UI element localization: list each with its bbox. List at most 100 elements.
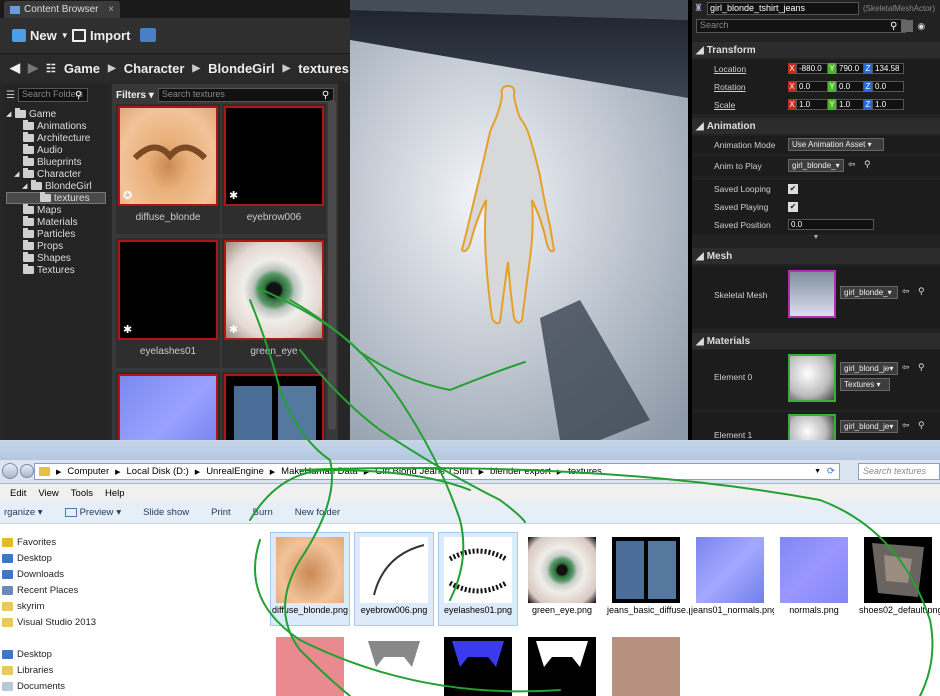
material-thumbnail[interactable]: [788, 354, 836, 402]
view-options-icon[interactable]: [901, 20, 914, 32]
address-bar[interactable]: ▶ Computer ▶ Local Disk (D:) ▶ UnrealEngine ▶ M…: [34, 463, 840, 480]
explorer-search-input[interactable]: Search textures: [858, 463, 940, 480]
search-icon[interactable]: ⚲: [322, 90, 329, 101]
skeletal-mesh-dropdown[interactable]: girl_blonde_▾: [840, 286, 898, 299]
section-animation[interactable]: ◢ Animation: [692, 118, 940, 134]
file-item[interactable]: [270, 632, 350, 696]
file-item[interactable]: shoes02_default.png: [858, 532, 940, 626]
file-item[interactable]: normals.png: [774, 532, 854, 626]
expanded-arrow-icon[interactable]: ◢: [14, 170, 20, 178]
search-icon[interactable]: ⚲: [890, 21, 897, 32]
menu-tools[interactable]: Tools: [71, 488, 93, 499]
nav-item[interactable]: Documents: [0, 678, 250, 694]
nav-item[interactable]: Favorites: [0, 534, 250, 550]
location-y-field[interactable]: 790.0: [836, 63, 864, 74]
organize-button[interactable]: rganize ▾: [4, 507, 43, 518]
nav-item[interactable]: [0, 630, 250, 646]
tree-item[interactable]: Textures: [6, 264, 106, 276]
tree-item[interactable]: ◢ Game: [6, 108, 106, 120]
search-icon[interactable]: ⚲: [75, 90, 82, 101]
saved-position-field[interactable]: 0.0: [788, 219, 874, 230]
slide-show-button[interactable]: Slide show: [143, 507, 189, 518]
nav-item[interactable]: Desktop: [0, 550, 250, 566]
breadcrumb-item[interactable]: BlondeGirl: [208, 61, 274, 76]
asset-tile[interactable]: ✱ eyebrow006: [222, 104, 326, 234]
rotation-y-field[interactable]: 0.0: [836, 81, 864, 92]
browse-icon[interactable]: ⚲: [918, 286, 925, 297]
forward-icon[interactable]: [20, 464, 34, 478]
address-crumb[interactable]: Local Disk (D:): [127, 466, 189, 477]
level-viewport[interactable]: [350, 0, 688, 440]
menu-help[interactable]: Help: [105, 488, 125, 499]
browse-icon[interactable]: ⚲: [918, 420, 925, 431]
saved-playing-checkbox[interactable]: ✔: [788, 202, 798, 212]
anim-to-play-dropdown[interactable]: girl_blonde_▾: [788, 159, 844, 172]
asset-tile[interactable]: [116, 372, 220, 440]
asset-tile[interactable]: ✱ eyelashes01: [116, 238, 220, 368]
eye-icon[interactable]: ◉: [917, 21, 925, 32]
file-item[interactable]: eyelashes01.png: [438, 532, 518, 626]
use-selected-icon[interactable]: ⇦: [902, 362, 910, 373]
preview-button[interactable]: Preview ▾: [64, 507, 121, 518]
scale-z-field[interactable]: 1.0: [872, 99, 904, 110]
asset-tile[interactable]: ✱ green_eye: [222, 238, 326, 368]
tree-item[interactable]: ◢ Character: [6, 168, 106, 180]
tree-toggle-icon[interactable]: ☰: [6, 90, 15, 101]
tree-item[interactable]: Maps: [6, 204, 106, 216]
skeletal-mesh-thumbnail[interactable]: [788, 270, 836, 318]
address-crumb[interactable]: MakeHuman Data: [281, 466, 358, 477]
menu-view[interactable]: View: [38, 488, 58, 499]
location-z-field[interactable]: 134.58: [872, 63, 904, 74]
search-assets-input[interactable]: Search textures: [157, 88, 334, 102]
nav-item[interactable]: Desktop: [0, 646, 250, 662]
new-folder-button[interactable]: New folder: [295, 507, 340, 518]
address-crumb[interactable]: blender export: [490, 466, 551, 477]
expanded-arrow-icon[interactable]: ◢: [22, 182, 28, 190]
file-item[interactable]: diffuse_blonde.png: [270, 532, 350, 626]
chevron-right-icon[interactable]: ▶: [479, 468, 484, 476]
animation-mode-dropdown[interactable]: Use Animation Asset ▾: [788, 138, 884, 151]
section-materials[interactable]: ◢ Materials: [692, 333, 940, 349]
nav-item[interactable]: Downloads: [0, 566, 250, 582]
file-item[interactable]: [438, 632, 518, 696]
nav-item[interactable]: Visual Studio 2013: [0, 614, 250, 630]
filters-button[interactable]: Filters ▾: [116, 90, 154, 101]
use-selected-icon[interactable]: ⇦: [902, 420, 910, 431]
refresh-icon[interactable]: ⟳: [827, 466, 835, 477]
chevron-right-icon[interactable]: ▶: [270, 468, 275, 476]
textures-dropdown[interactable]: Textures ▾: [840, 378, 890, 391]
new-button[interactable]: New ▼: [12, 28, 69, 43]
tree-item[interactable]: Props: [6, 240, 106, 252]
nav-item[interactable]: skyrim: [0, 598, 250, 614]
file-item[interactable]: [354, 632, 434, 696]
file-item[interactable]: [606, 632, 686, 696]
chevron-right-icon[interactable]: ▶: [115, 468, 120, 476]
element0-dropdown[interactable]: girl_blond_je▾: [840, 362, 898, 375]
advanced-expand-icon[interactable]: ▼: [692, 234, 940, 244]
back-icon[interactable]: ◀: [10, 60, 20, 76]
tree-item[interactable]: Particles: [6, 228, 106, 240]
scale-y-field[interactable]: 1.0: [836, 99, 864, 110]
section-transform[interactable]: ◢ Transform: [692, 42, 940, 58]
material-thumbnail[interactable]: [788, 414, 836, 440]
scale-x-field[interactable]: 1.0: [796, 99, 828, 110]
file-item[interactable]: jeans01_normals.png: [690, 532, 777, 626]
tree-item[interactable]: Animations: [6, 120, 106, 132]
tree-item[interactable]: Blueprints: [6, 156, 106, 168]
actor-name-field[interactable]: girl_blonde_tshirt_jeans: [706, 1, 859, 15]
scrollbar[interactable]: [328, 100, 336, 430]
asset-tile[interactable]: [222, 372, 326, 440]
use-selected-icon[interactable]: ⇦: [902, 286, 910, 297]
back-icon[interactable]: [2, 463, 18, 479]
location-x-field[interactable]: -880.0: [796, 63, 828, 74]
address-crumb[interactable]: textures: [568, 466, 602, 477]
save-all-icon[interactable]: [140, 28, 156, 42]
rotation-z-field[interactable]: 0.0: [872, 81, 904, 92]
tree-item[interactable]: Shapes: [6, 252, 106, 264]
chevron-right-icon[interactable]: ▶: [195, 468, 200, 476]
tab-content-browser[interactable]: Content Browser ×: [4, 1, 120, 18]
forward-icon[interactable]: ▶: [28, 60, 38, 76]
use-selected-icon[interactable]: ⇦: [848, 159, 856, 170]
breadcrumb-item[interactable]: Game: [64, 61, 100, 76]
element1-dropdown[interactable]: girl_blond_je▾: [840, 420, 898, 433]
